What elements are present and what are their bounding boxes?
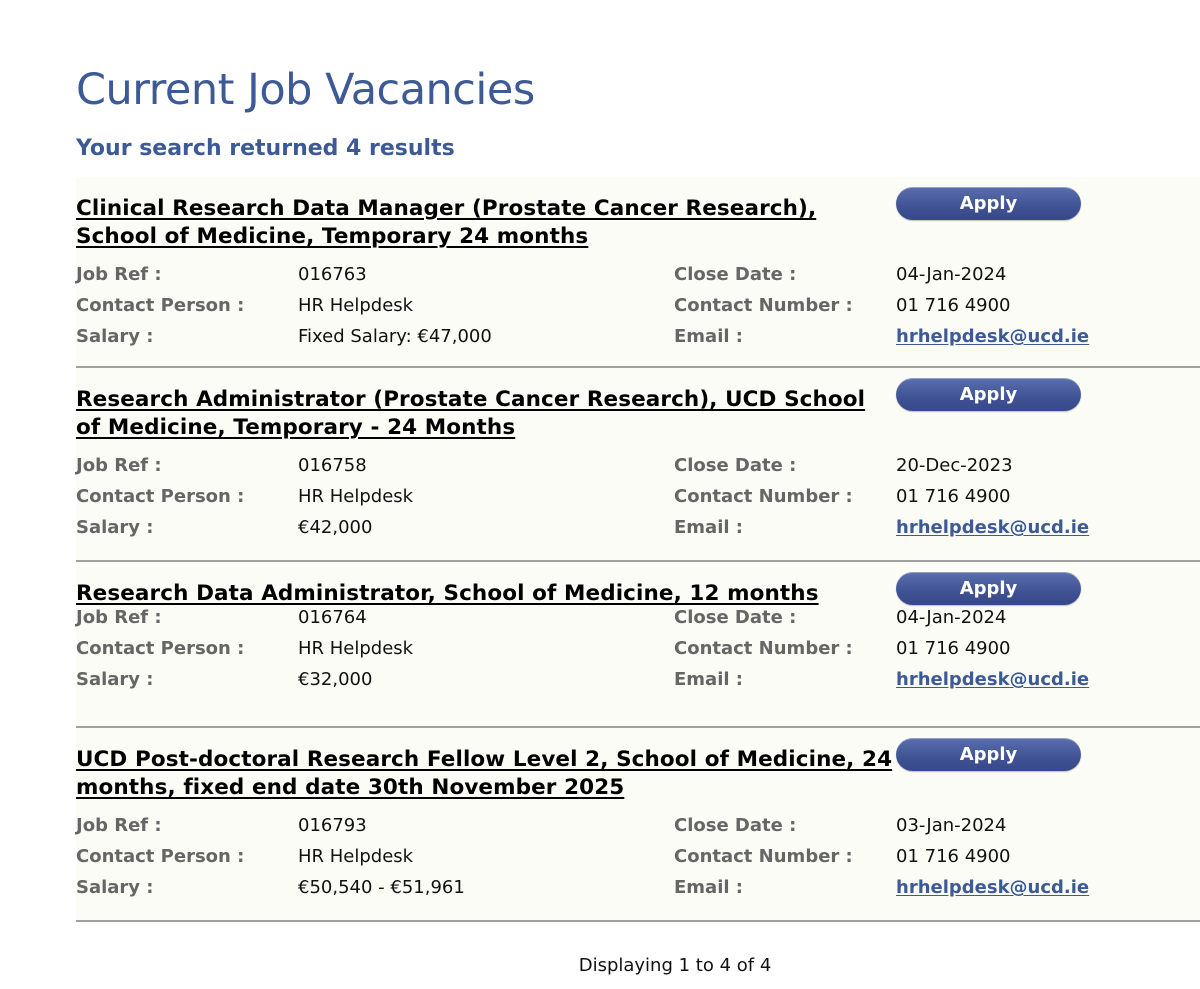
contact-person-label: Contact Person :: [76, 295, 245, 316]
pagination-summary: Displaying 1 to 4 of 4: [578, 955, 772, 976]
contact-person-label: Contact Person :: [76, 486, 245, 507]
close-date-label: Close Date :: [674, 264, 797, 285]
job-listing: Research Administrator (Prostate Cancer …: [76, 368, 1200, 562]
contact-person-value: HR Helpdesk: [298, 486, 414, 507]
page-title: Current Job Vacancies: [76, 65, 535, 115]
contact-number-value: 01 716 4900: [896, 638, 1011, 659]
job-title-link[interactable]: Research Data Administrator, School of M…: [76, 580, 896, 608]
contact-person-label: Contact Person :: [76, 846, 245, 867]
close-date-value: 04-Jan-2024: [896, 264, 1007, 285]
job-ref-value: 016764: [298, 607, 367, 628]
job-ref-label: Job Ref :: [76, 264, 162, 285]
close-date-value: 20-Dec-2023: [896, 455, 1013, 476]
email-link[interactable]: hrhelpdesk@ucd.ie: [896, 877, 1089, 898]
contact-number-value: 01 716 4900: [896, 486, 1011, 507]
job-details: Job Ref : 016763 Close Date : 04-Jan-202…: [76, 263, 1200, 356]
results-count: Your search returned 4 results: [76, 136, 455, 161]
contact-number-label: Contact Number :: [674, 486, 853, 507]
job-listing: UCD Post-doctoral Research Fellow Level …: [76, 728, 1200, 922]
job-ref-label: Job Ref :: [76, 607, 162, 628]
apply-button[interactable]: Apply: [896, 378, 1081, 411]
close-date-label: Close Date :: [674, 815, 797, 836]
email-link[interactable]: hrhelpdesk@ucd.ie: [896, 517, 1089, 538]
salary-value: €50,540 - €51,961: [298, 877, 465, 898]
contact-number-value: 01 716 4900: [896, 846, 1011, 867]
apply-button[interactable]: Apply: [896, 572, 1081, 605]
email-label: Email :: [674, 877, 744, 898]
job-ref-label: Job Ref :: [76, 455, 162, 476]
job-ref-value: 016793: [298, 815, 367, 836]
email-label: Email :: [674, 669, 744, 690]
email-link[interactable]: hrhelpdesk@ucd.ie: [896, 669, 1089, 690]
salary-label: Salary :: [76, 517, 154, 538]
salary-value: Fixed Salary: €47,000: [298, 326, 492, 347]
contact-person-value: HR Helpdesk: [298, 638, 414, 659]
job-ref-value: 016763: [298, 264, 367, 285]
job-listing: Clinical Research Data Manager (Prostate…: [76, 177, 1200, 368]
job-details: Job Ref : 016764 Close Date : 04-Jan-202…: [76, 606, 1200, 699]
close-date-label: Close Date :: [674, 455, 797, 476]
email-label: Email :: [674, 517, 744, 538]
contact-number-label: Contact Number :: [674, 295, 853, 316]
email-label: Email :: [674, 326, 744, 347]
job-listings: Clinical Research Data Manager (Prostate…: [0, 177, 1200, 922]
job-ref-value: 016758: [298, 455, 367, 476]
contact-number-label: Contact Number :: [674, 638, 853, 659]
salary-value: €32,000: [298, 669, 373, 690]
contact-person-label: Contact Person :: [76, 638, 245, 659]
salary-label: Salary :: [76, 877, 154, 898]
salary-label: Salary :: [76, 669, 154, 690]
apply-button[interactable]: Apply: [896, 187, 1081, 220]
job-ref-label: Job Ref :: [76, 815, 162, 836]
close-date-label: Close Date :: [674, 607, 797, 628]
close-date-value: 03-Jan-2024: [896, 815, 1007, 836]
contact-number-label: Contact Number :: [674, 846, 853, 867]
contact-person-value: HR Helpdesk: [298, 295, 414, 316]
job-title-link[interactable]: Clinical Research Data Manager (Prostate…: [76, 195, 896, 251]
job-details: Job Ref : 016758 Close Date : 20-Dec-202…: [76, 454, 1200, 547]
job-details: Job Ref : 016793 Close Date : 03-Jan-202…: [76, 814, 1200, 907]
job-title-link[interactable]: UCD Post-doctoral Research Fellow Level …: [76, 746, 896, 802]
job-listing: Research Data Administrator, School of M…: [76, 562, 1200, 728]
salary-value: €42,000: [298, 517, 373, 538]
close-date-value: 04-Jan-2024: [896, 607, 1007, 628]
contact-person-value: HR Helpdesk: [298, 846, 414, 867]
contact-number-value: 01 716 4900: [896, 295, 1011, 316]
email-link[interactable]: hrhelpdesk@ucd.ie: [896, 326, 1089, 347]
salary-label: Salary :: [76, 326, 154, 347]
job-title-link[interactable]: Research Administrator (Prostate Cancer …: [76, 386, 896, 442]
apply-button[interactable]: Apply: [896, 738, 1081, 771]
